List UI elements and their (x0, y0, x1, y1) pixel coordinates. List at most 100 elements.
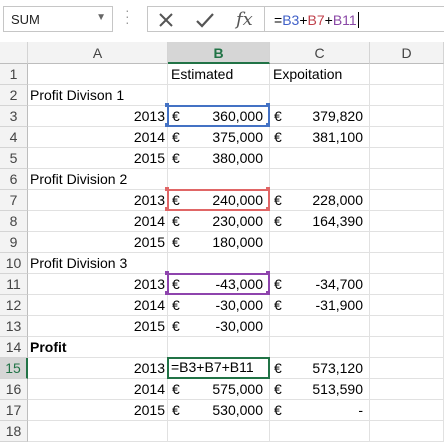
cell-c11[interactable]: € -34,700 (270, 274, 370, 295)
cell-a13[interactable]: 2015 (28, 316, 168, 337)
cell-d14[interactable] (370, 337, 444, 358)
column-header-b[interactable]: B (168, 42, 270, 64)
cell-d10[interactable] (370, 253, 444, 274)
resize-handle[interactable] (165, 103, 169, 107)
row-header-16[interactable]: 16 (0, 379, 28, 400)
row-header-8[interactable]: 8 (0, 211, 28, 232)
cell-d9[interactable] (370, 232, 444, 253)
row-header-17[interactable]: 17 (0, 400, 28, 421)
active-cell-editor[interactable]: =B3+B7+B11 (167, 357, 270, 379)
cell-d1[interactable] (370, 64, 444, 85)
cell-c15[interactable]: €573,120 (270, 358, 370, 379)
cell-c1[interactable]: Expoitation (270, 64, 370, 85)
cell-a3[interactable]: 2013 (28, 106, 168, 127)
select-all-corner[interactable] (0, 42, 28, 64)
cell-d8[interactable] (370, 211, 444, 232)
cell-c10[interactable] (270, 253, 370, 274)
cell-b3[interactable]: €360,000 (168, 106, 270, 127)
cell-d17[interactable] (370, 400, 444, 421)
column-header-d[interactable]: D (370, 42, 444, 64)
cell-c2[interactable] (270, 85, 370, 106)
resize-handle[interactable] (266, 103, 270, 107)
cell-b10[interactable] (168, 253, 270, 274)
cell-b9[interactable]: €180,000 (168, 232, 270, 253)
row-header-4[interactable]: 4 (0, 127, 28, 148)
cell-a6[interactable]: Profit Division 2 (28, 169, 168, 190)
resize-handle[interactable] (266, 207, 270, 211)
resize-handle[interactable] (266, 187, 270, 191)
cell-b13[interactable]: € -30,000 (168, 316, 270, 337)
row-header-6[interactable]: 6 (0, 169, 28, 190)
cell-c18[interactable] (270, 421, 370, 442)
row-header-7[interactable]: 7 (0, 190, 28, 211)
cell-d11[interactable] (370, 274, 444, 295)
cell-a5[interactable]: 2015 (28, 148, 168, 169)
resize-handle[interactable] (165, 187, 169, 191)
cell-b8[interactable]: €230,000 (168, 211, 270, 232)
row-header-10[interactable]: 10 (0, 253, 28, 274)
cell-a2[interactable]: Profit Divison 1 (28, 85, 168, 106)
cell-b7[interactable]: €240,000 (168, 190, 270, 211)
resize-handle[interactable] (165, 207, 169, 211)
fx-icon[interactable]: fx (236, 9, 253, 30)
cell-a17[interactable]: 2015 (28, 400, 168, 421)
cell-b17[interactable]: €530,000 (168, 400, 270, 421)
name-box[interactable]: SUM ▼ (3, 6, 113, 32)
cell-d16[interactable] (370, 379, 444, 400)
cell-a15[interactable]: 2013 (28, 358, 168, 379)
cell-a18[interactable] (28, 421, 168, 442)
cell-c12[interactable]: € -31,900 (270, 295, 370, 316)
resize-handle[interactable] (266, 291, 270, 295)
cell-c8[interactable]: €164,390 (270, 211, 370, 232)
resize-handle[interactable] (266, 271, 270, 275)
cell-b2[interactable] (168, 85, 270, 106)
resize-handle[interactable] (266, 123, 270, 127)
cell-d7[interactable] (370, 190, 444, 211)
formula-input[interactable]: =B3+B7+B11 (264, 6, 444, 32)
cell-c4[interactable]: €381,100 (270, 127, 370, 148)
row-header-9[interactable]: 9 (0, 232, 28, 253)
cell-c17[interactable]: € - (270, 400, 370, 421)
cell-c9[interactable] (270, 232, 370, 253)
row-header-12[interactable]: 12 (0, 295, 28, 316)
cell-a1[interactable] (28, 64, 168, 85)
row-header-14[interactable]: 14 (0, 337, 28, 358)
cell-d12[interactable] (370, 295, 444, 316)
resize-handle[interactable] (165, 291, 169, 295)
cell-c3[interactable]: €379,820 (270, 106, 370, 127)
cell-b11[interactable]: € -43,000 (168, 274, 270, 295)
cell-b18[interactable] (168, 421, 270, 442)
cell-c5[interactable] (270, 148, 370, 169)
row-header-13[interactable]: 13 (0, 316, 28, 337)
cell-b12[interactable]: € -30,000 (168, 295, 270, 316)
cell-a10[interactable]: Profit Division 3 (28, 253, 168, 274)
cell-b4[interactable]: €375,000 (168, 127, 270, 148)
chevron-down-icon[interactable]: ▼ (96, 12, 106, 23)
column-header-a[interactable]: A (28, 42, 168, 64)
row-header-5[interactable]: 5 (0, 148, 28, 169)
cell-d6[interactable] (370, 169, 444, 190)
cell-a4[interactable]: 2014 (28, 127, 168, 148)
row-header-2[interactable]: 2 (0, 85, 28, 106)
row-header-11[interactable]: 11 (0, 274, 28, 295)
cell-a12[interactable]: 2014 (28, 295, 168, 316)
cell-b1[interactable]: Estimated (168, 64, 270, 85)
cell-b14[interactable] (168, 337, 270, 358)
cell-b5[interactable]: €380,000 (168, 148, 270, 169)
cell-a7[interactable]: 2013 (28, 190, 168, 211)
cell-a14[interactable]: Profit (28, 337, 168, 358)
cell-d3[interactable] (370, 106, 444, 127)
cell-a8[interactable]: 2014 (28, 211, 168, 232)
cell-d2[interactable] (370, 85, 444, 106)
cell-b16[interactable]: €575,000 (168, 379, 270, 400)
cell-a11[interactable]: 2013 (28, 274, 168, 295)
row-header-15[interactable]: 15 (0, 358, 28, 379)
cell-d13[interactable] (370, 316, 444, 337)
close-icon[interactable] (158, 12, 174, 28)
column-header-c[interactable]: C (270, 42, 370, 64)
cell-b6[interactable] (168, 169, 270, 190)
checkmark-icon[interactable] (196, 12, 214, 28)
cell-c6[interactable] (270, 169, 370, 190)
cell-c7[interactable]: €228,000 (270, 190, 370, 211)
cell-a9[interactable]: 2015 (28, 232, 168, 253)
